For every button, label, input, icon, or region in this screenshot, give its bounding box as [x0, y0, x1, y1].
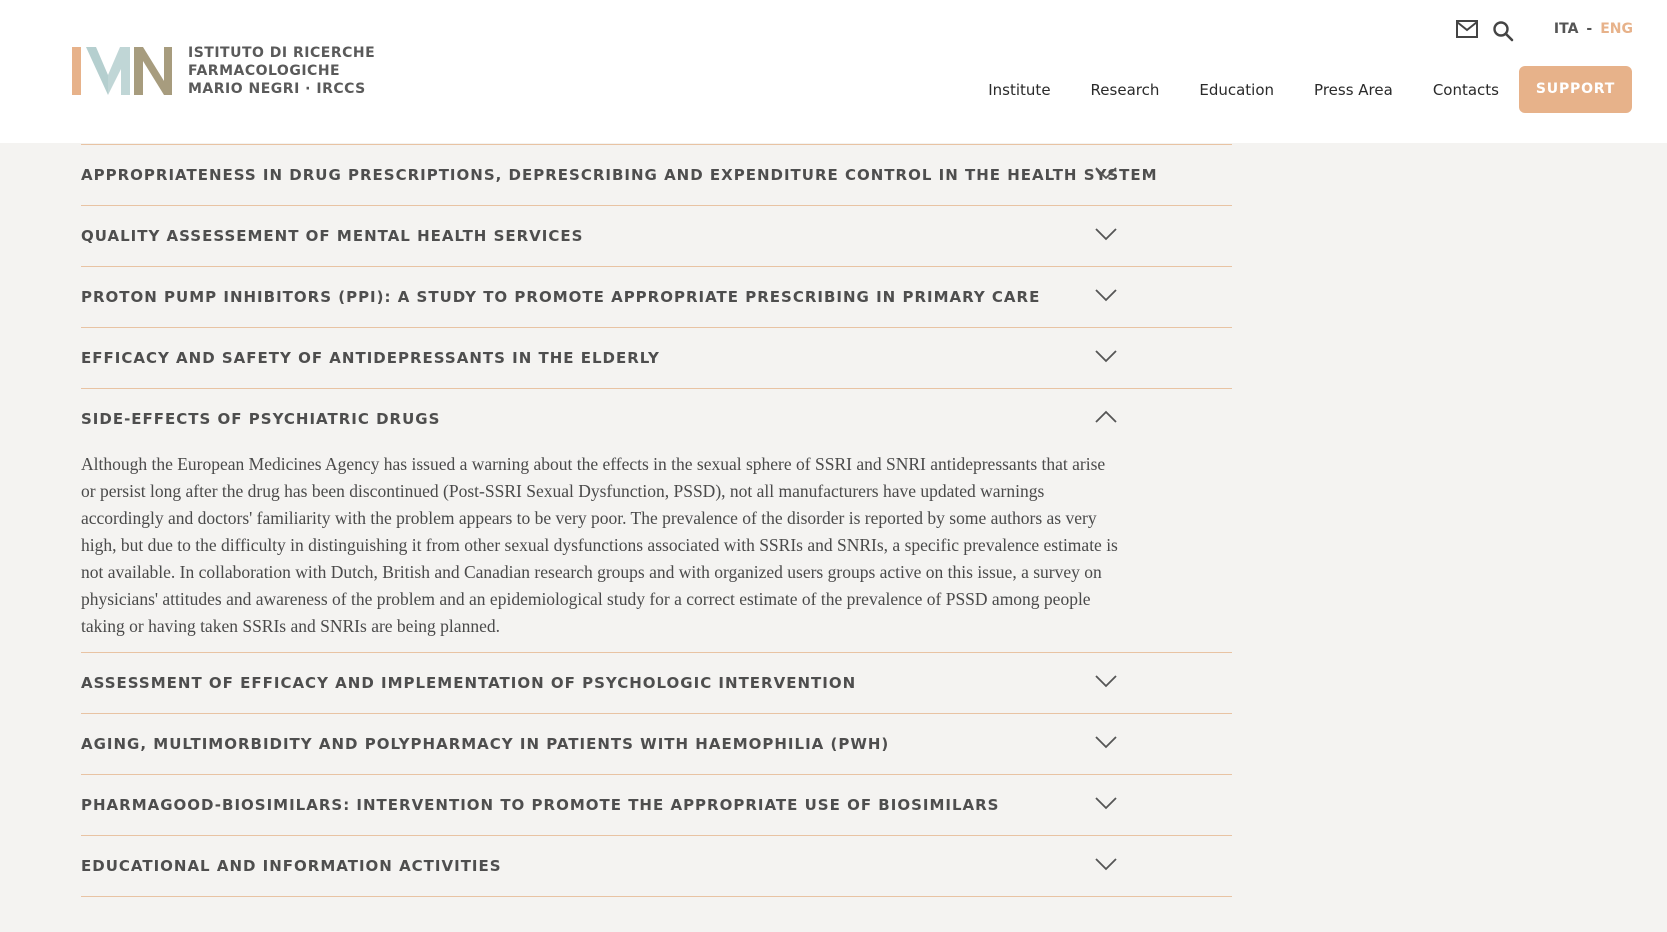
chevron-down-icon	[1095, 736, 1117, 749]
accordion-header[interactable]: PHARMAGOOD-BIOSIMILARS: INTERVENTION TO …	[81, 775, 1232, 835]
logo-mark-icon	[72, 47, 172, 95]
logo-line-2: FARMACOLOGICHE	[188, 63, 341, 79]
accordion-item: AGING, MULTIMORBIDITY AND POLYPHARMACY I…	[81, 714, 1232, 775]
logo[interactable]: ISTITUTO DI RICERCHE FARMACOLOGICHE MARI…	[72, 44, 375, 98]
mail-icon[interactable]	[1455, 20, 1478, 38]
accordion-item: EFFICACY AND SAFETY OF ANTIDEPRESSANTS I…	[81, 328, 1232, 389]
chevron-down-icon	[1095, 350, 1117, 363]
accordion-header[interactable]: EDUCATIONAL AND INFORMATION ACTIVITIES	[81, 836, 1232, 896]
accordion-header[interactable]: EFFICACY AND SAFETY OF ANTIDEPRESSANTS I…	[81, 328, 1232, 388]
lang-separator: -	[1586, 21, 1593, 37]
accordion-item: PROTON PUMP INHIBITORS (PPI): A STUDY TO…	[81, 267, 1232, 328]
nav-research[interactable]: Research	[1091, 81, 1160, 99]
accordion-item: ASSESSMENT OF EFFICACY AND IMPLEMENTATIO…	[81, 653, 1232, 714]
logo-text: ISTITUTO DI RICERCHE FARMACOLOGICHE MARI…	[188, 44, 375, 98]
accordion-item-expanded: SIDE-EFFECTS OF PSYCHIATRIC DRUGS Althou…	[81, 389, 1232, 653]
research-accordion: APPROPRIATENESS IN DRUG PRESCRIPTIONS, D…	[81, 144, 1232, 897]
accordion-title: AGING, MULTIMORBIDITY AND POLYPHARMACY I…	[81, 735, 890, 753]
accordion-title: SIDE-EFFECTS OF PSYCHIATRIC DRUGS	[81, 410, 441, 428]
accordion-item: APPROPRIATENESS IN DRUG PRESCRIPTIONS, D…	[81, 145, 1232, 206]
accordion-header[interactable]: AGING, MULTIMORBIDITY AND POLYPHARMACY I…	[81, 714, 1232, 774]
language-switcher: ITA - ENG	[1554, 21, 1633, 37]
chevron-up-icon	[1095, 410, 1117, 423]
accordion-body-text: Although the European Medicines Agency h…	[81, 454, 1118, 636]
accordion-item: QUALITY ASSESSEMENT OF MENTAL HEALTH SER…	[81, 206, 1232, 267]
chevron-down-icon	[1095, 289, 1117, 302]
accordion-item: PHARMAGOOD-BIOSIMILARS: INTERVENTION TO …	[81, 775, 1232, 836]
support-us-button[interactable]: SUPPORT US	[1519, 66, 1632, 144]
lang-eng-link[interactable]: ENG	[1600, 21, 1633, 37]
accordion-header[interactable]: ASSESSMENT OF EFFICACY AND IMPLEMENTATIO…	[81, 653, 1232, 713]
accordion-title: EDUCATIONAL AND INFORMATION ACTIVITIES	[81, 857, 502, 875]
accordion-title: PHARMAGOOD-BIOSIMILARS: INTERVENTION TO …	[81, 796, 1000, 814]
main-nav: Institute Research Education Press Area …	[948, 66, 1632, 144]
accordion-title: APPROPRIATENESS IN DRUG PRESCRIPTIONS, D…	[81, 166, 1158, 184]
chevron-down-icon	[1095, 228, 1117, 241]
chevron-down-icon	[1095, 797, 1117, 810]
nav-press-area[interactable]: Press Area	[1314, 81, 1393, 99]
accordion-header[interactable]: APPROPRIATENESS IN DRUG PRESCRIPTIONS, D…	[81, 145, 1232, 205]
accordion-title: EFFICACY AND SAFETY OF ANTIDEPRESSANTS I…	[81, 349, 660, 367]
nav-education[interactable]: Education	[1199, 81, 1274, 99]
chevron-down-icon	[1095, 675, 1117, 688]
lang-ita-link[interactable]: ITA	[1554, 21, 1579, 37]
logo-line-3: MARIO NEGRI · IRCCS	[188, 81, 366, 97]
accordion-title: QUALITY ASSESSEMENT OF MENTAL HEALTH SER…	[81, 227, 584, 245]
utility-bar: ITA - ENG	[1455, 16, 1633, 42]
chevron-down-icon	[1095, 858, 1117, 871]
accordion-header[interactable]: SIDE-EFFECTS OF PSYCHIATRIC DRUGS	[81, 389, 1232, 449]
accordion-title: PROTON PUMP INHIBITORS (PPI): A STUDY TO…	[81, 288, 1041, 306]
chevron-down-icon	[1095, 167, 1117, 180]
accordion-title: ASSESSMENT OF EFFICACY AND IMPLEMENTATIO…	[81, 674, 857, 692]
logo-line-1: ISTITUTO DI RICERCHE	[188, 45, 376, 61]
accordion-header[interactable]: QUALITY ASSESSEMENT OF MENTAL HEALTH SER…	[81, 206, 1232, 266]
search-icon[interactable]	[1492, 20, 1514, 42]
nav-contacts[interactable]: Contacts	[1433, 81, 1499, 99]
site-header: ISTITUTO DI RICERCHE FARMACOLOGICHE MARI…	[0, 0, 1667, 144]
accordion-header[interactable]: PROTON PUMP INHIBITORS (PPI): A STUDY TO…	[81, 267, 1232, 327]
nav-institute[interactable]: Institute	[988, 81, 1050, 99]
accordion-item: EDUCATIONAL AND INFORMATION ACTIVITIES	[81, 836, 1232, 897]
